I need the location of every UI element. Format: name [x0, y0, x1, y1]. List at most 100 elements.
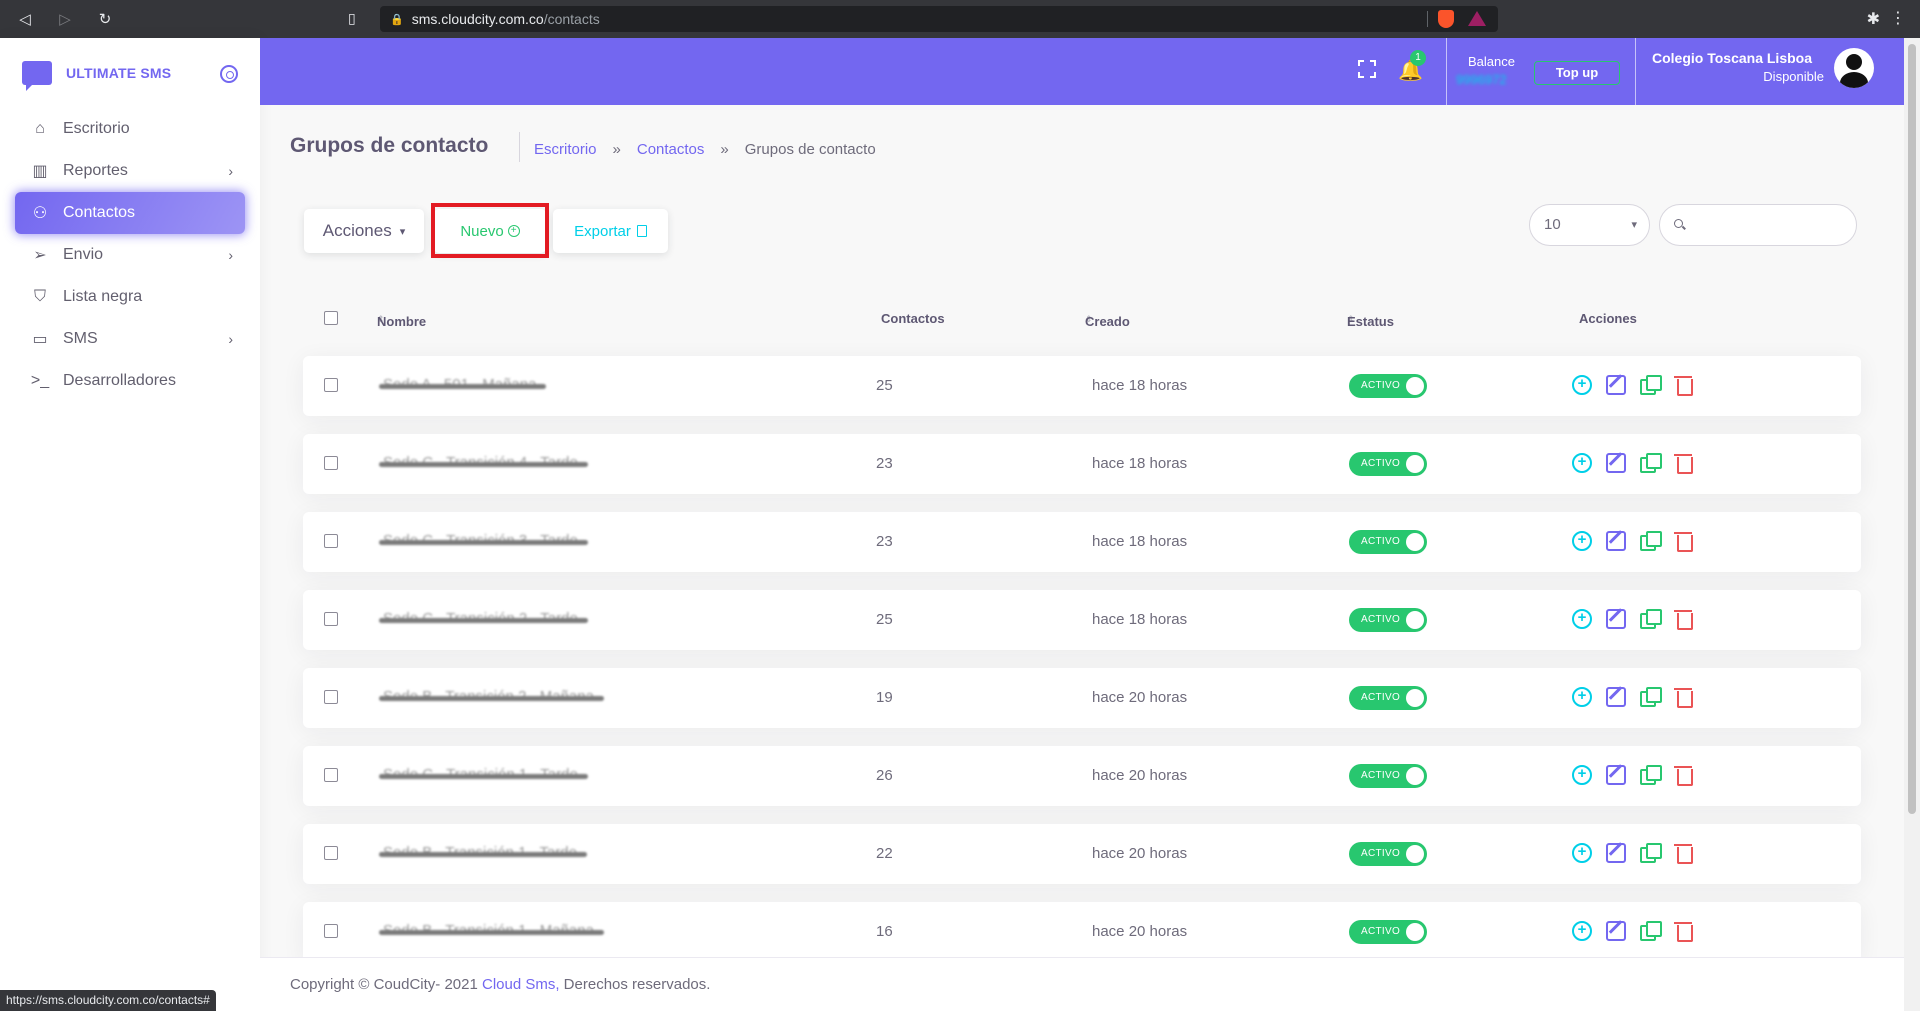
row-checkbox[interactable]	[324, 768, 338, 782]
plus-circle-icon[interactable]: +	[1572, 609, 1592, 629]
plus-circle-icon[interactable]: +	[1572, 921, 1592, 941]
group-name[interactable]: Sede C - Transición 3 - Tarde	[379, 532, 588, 549]
trash-icon[interactable]	[1674, 375, 1694, 396]
reload-icon[interactable]: ↻	[94, 10, 116, 28]
status-toggle[interactable]: ACTIVO	[1349, 374, 1427, 398]
per-page-select[interactable]: 10 ▾	[1529, 204, 1650, 246]
row-checkbox[interactable]	[324, 612, 338, 626]
copy-icon[interactable]	[1640, 921, 1662, 941]
trash-icon[interactable]	[1674, 921, 1694, 942]
group-name[interactable]: Sede B - Transición 1 - Mañana	[379, 922, 604, 939]
message-icon: ▭	[32, 331, 48, 348]
scrollbar-thumb[interactable]	[1908, 44, 1916, 814]
shield-icon: ⛉	[33, 288, 46, 305]
forward-icon[interactable]: ▷	[54, 10, 76, 28]
edit-icon[interactable]	[1606, 765, 1626, 785]
edit-icon[interactable]	[1606, 921, 1626, 941]
copy-icon[interactable]	[1640, 531, 1662, 551]
extensions-icon[interactable]: ✱	[1867, 9, 1880, 29]
edit-icon[interactable]	[1606, 609, 1626, 629]
footer-link[interactable]: Cloud Sms,	[482, 976, 560, 993]
copy-icon[interactable]	[1640, 375, 1662, 395]
row-checkbox[interactable]	[324, 690, 338, 704]
sidebar-toggle-icon[interactable]	[220, 65, 238, 83]
column-header-acciones: Acciones	[1579, 311, 1637, 326]
plus-circle-icon[interactable]: +	[1572, 765, 1592, 785]
edit-icon[interactable]	[1606, 687, 1626, 707]
lock-icon[interactable]: 🔒	[390, 13, 404, 26]
actions-dropdown-button[interactable]: Acciones ▾	[304, 209, 424, 253]
per-page-value: 10	[1544, 216, 1561, 233]
brand[interactable]: ULTIMATE SMS	[0, 38, 260, 108]
copy-icon[interactable]	[1640, 687, 1662, 707]
row-checkbox[interactable]	[324, 924, 338, 938]
page-scrollbar[interactable]	[1904, 38, 1920, 1011]
edit-icon[interactable]	[1606, 375, 1626, 395]
row-checkbox[interactable]	[324, 378, 338, 392]
search-input[interactable]	[1659, 204, 1857, 246]
trash-icon[interactable]	[1674, 609, 1694, 630]
plus-circle-icon[interactable]: +	[1572, 375, 1592, 395]
sidebar-item-escritorio[interactable]: ⌂ Escritorio	[15, 108, 245, 150]
status-toggle[interactable]: ACTIVO	[1349, 452, 1427, 476]
edit-icon[interactable]	[1606, 531, 1626, 551]
top-up-button[interactable]: Top up	[1534, 61, 1620, 85]
address-bar[interactable]: ▯ 🔒 sms.cloudcity.com.co/contacts	[348, 6, 1498, 32]
sidebar-item-desarrolladores[interactable]: >_ Desarrolladores	[15, 360, 245, 402]
edit-icon[interactable]	[1606, 453, 1626, 473]
row-checkbox[interactable]	[324, 534, 338, 548]
sidebar-item-envio[interactable]: ➢ Envio ›	[15, 234, 245, 276]
group-name[interactable]: Sede C - Transición 1 - Tarde	[379, 766, 588, 783]
row-checkbox[interactable]	[324, 456, 338, 470]
trash-icon[interactable]	[1674, 453, 1694, 474]
chevron-right-icon: ›	[228, 247, 233, 263]
trash-icon[interactable]	[1674, 765, 1694, 786]
sidebar-item-lista-negra[interactable]: ⛉ Lista negra	[15, 276, 245, 318]
group-name[interactable]: Sede A - 501 - Mañana	[378, 376, 547, 393]
status-toggle[interactable]: ACTIVO	[1349, 608, 1427, 632]
row-checkbox[interactable]	[324, 846, 338, 860]
group-name[interactable]: Sede B - Transición 1 - Tarde	[379, 844, 587, 861]
bookmark-icon[interactable]: ▯	[348, 10, 356, 27]
user-status: Disponible	[1763, 69, 1824, 84]
copy-icon[interactable]	[1640, 453, 1662, 473]
status-toggle[interactable]: ACTIVO	[1349, 530, 1427, 554]
avatar[interactable]	[1834, 48, 1874, 88]
trash-icon[interactable]	[1674, 531, 1694, 552]
table-row: Sede C - Transición 1 - Tarde 26 hace 20…	[303, 746, 1861, 806]
sidebar-item-reportes[interactable]: ▥ Reportes ›	[15, 150, 245, 192]
status-toggle[interactable]: ACTIVO	[1349, 686, 1427, 710]
breadcrumb-contactos[interactable]: Contactos	[637, 141, 705, 158]
export-button[interactable]: Exportar	[553, 209, 668, 253]
group-name[interactable]: Sede B - Transición 2 - Mañana	[379, 688, 604, 705]
copy-icon[interactable]	[1640, 765, 1662, 785]
sidebar-item-contactos[interactable]: ⚇ Contactos	[15, 192, 245, 234]
top-navbar: 🔔 1 Balance 9996972 Top up Colegio Tosca…	[260, 38, 1920, 105]
copy-icon[interactable]	[1640, 843, 1662, 863]
select-all-checkbox[interactable]	[324, 311, 338, 325]
status-toggle[interactable]: ACTIVO	[1349, 764, 1427, 788]
edit-icon[interactable]	[1606, 843, 1626, 863]
footer-rights: Derechos reservados.	[559, 976, 711, 993]
sidebar-item-sms[interactable]: ▭ SMS ›	[15, 318, 245, 360]
group-name[interactable]: Sede C - Transición 4 - Tarde	[379, 454, 588, 471]
breadcrumb-escritorio[interactable]: Escritorio	[534, 141, 597, 158]
trash-icon[interactable]	[1674, 687, 1694, 708]
copy-icon[interactable]	[1640, 609, 1662, 629]
plus-circle-icon[interactable]: +	[1572, 453, 1592, 473]
browser-menu-icon[interactable]: ⋮	[1890, 8, 1906, 28]
user-name[interactable]: Colegio Toscana Lisboa	[1652, 50, 1812, 66]
status-toggle[interactable]: ACTIVO	[1349, 842, 1427, 866]
plus-circle-icon[interactable]: +	[1572, 843, 1592, 863]
back-icon[interactable]: ◁	[14, 10, 36, 28]
brave-shield-icon[interactable]	[1438, 10, 1454, 28]
status-toggle[interactable]: ACTIVO	[1349, 920, 1427, 944]
trash-icon[interactable]	[1674, 843, 1694, 864]
fullscreen-icon[interactable]	[1358, 60, 1376, 78]
brave-rewards-icon[interactable]	[1468, 11, 1486, 26]
plus-circle-icon[interactable]: +	[1572, 687, 1592, 707]
plus-circle-icon[interactable]: +	[1572, 531, 1592, 551]
user-icon: ⚇	[32, 205, 48, 222]
group-name[interactable]: Sede C - Transición 2 - Tarde	[379, 610, 588, 627]
home-icon: ⌂	[35, 120, 45, 137]
